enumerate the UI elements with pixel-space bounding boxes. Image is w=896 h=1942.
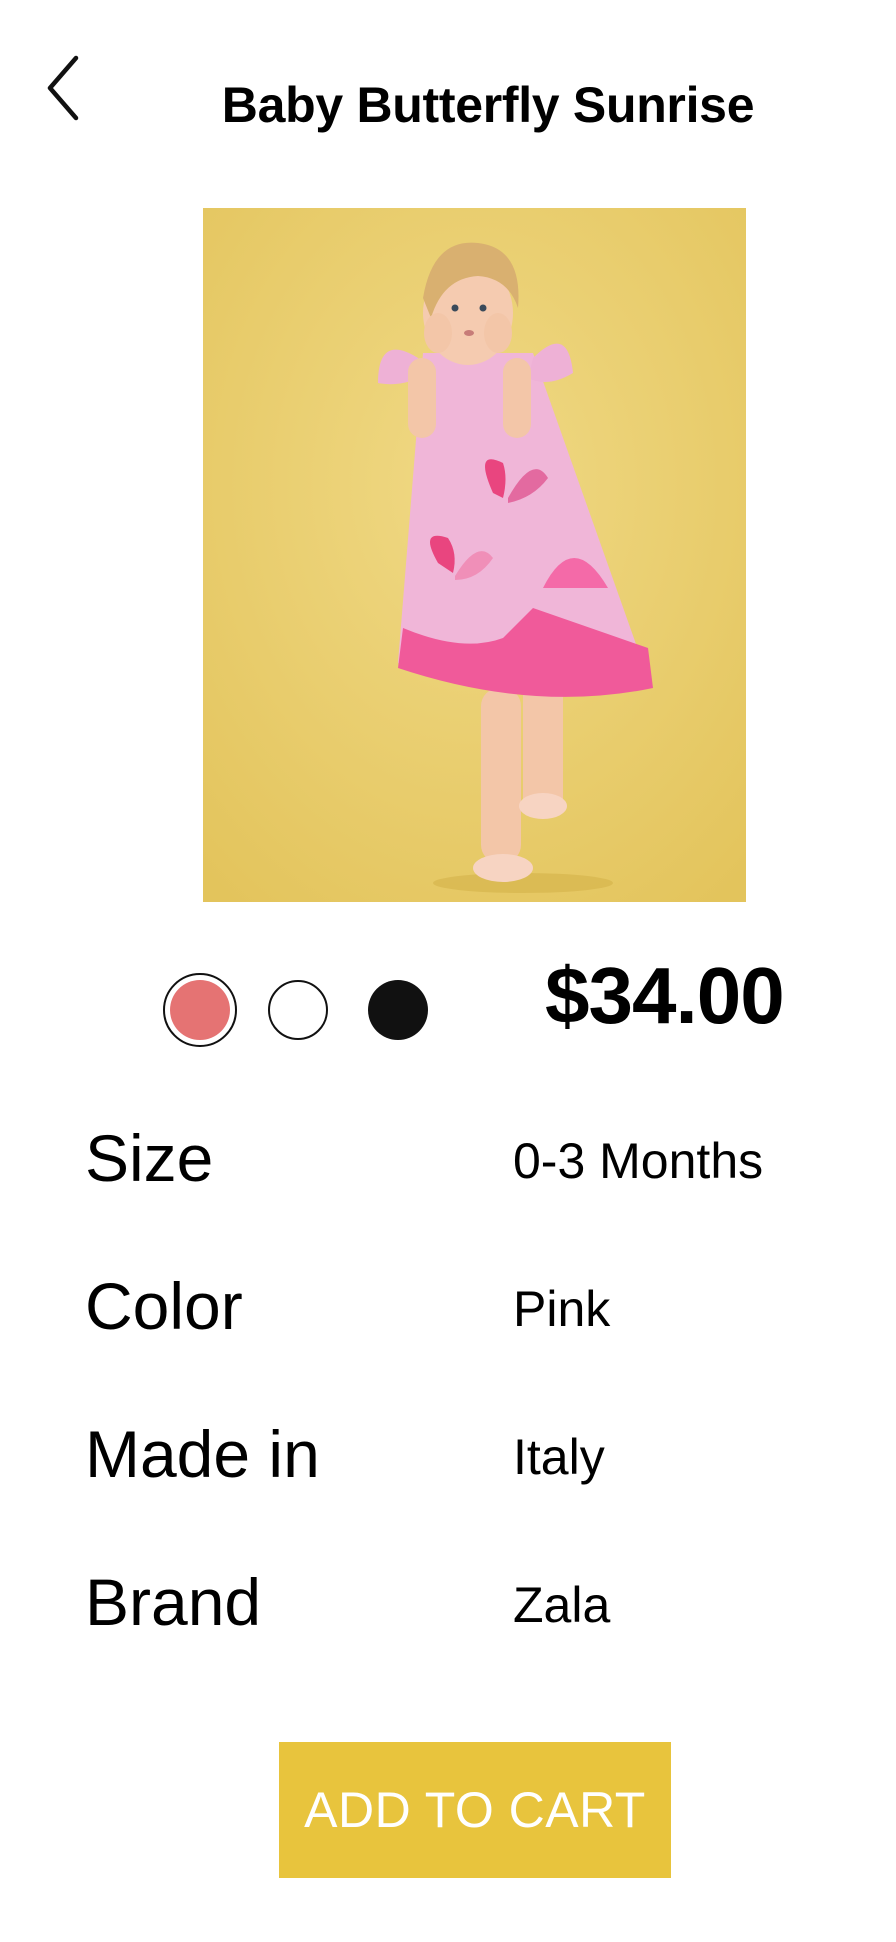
spec-label: Made in xyxy=(85,1417,320,1491)
swatch-white[interactable] xyxy=(268,980,328,1040)
spec-row-made-in: Made in Italy xyxy=(85,1416,825,1564)
spec-value: Italy xyxy=(513,1429,605,1485)
spec-list: Size 0-3 Months Color Pink Made in Italy… xyxy=(85,1120,825,1694)
spec-row-color: Color Pink xyxy=(85,1268,825,1416)
product-price: $34.00 xyxy=(545,951,785,1040)
spec-value: 0-3 Months xyxy=(513,1133,764,1189)
spec-label: Brand xyxy=(85,1565,262,1639)
swatch-pink[interactable] xyxy=(163,973,237,1047)
spec-value: Pink xyxy=(513,1281,611,1337)
spec-row-size: Size 0-3 Months xyxy=(85,1120,825,1268)
swatch-pink-fill xyxy=(170,980,230,1040)
product-image xyxy=(203,208,746,902)
page-title: Baby Butterfly Sunrise xyxy=(221,77,755,133)
swatch-black[interactable] xyxy=(368,980,428,1040)
add-to-cart-button[interactable]: ADD TO CART xyxy=(279,1742,671,1878)
spec-row-brand: Brand Zala xyxy=(85,1564,825,1694)
color-swatches xyxy=(163,972,433,1048)
spec-value: Zala xyxy=(513,1577,611,1633)
spec-label: Color xyxy=(85,1269,243,1343)
spec-label: Size xyxy=(85,1121,214,1195)
product-photo xyxy=(203,208,746,902)
